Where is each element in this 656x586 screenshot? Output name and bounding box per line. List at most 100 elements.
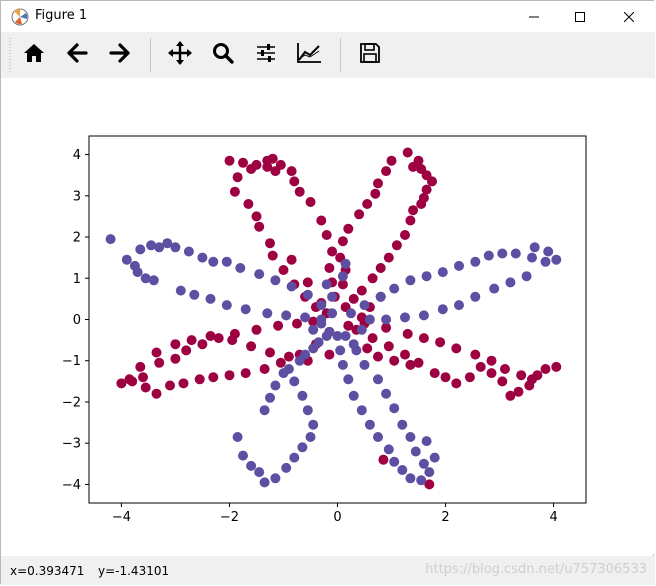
- data-point: [408, 205, 419, 216]
- title-bar[interactable]: Figure 1: [1, 1, 655, 32]
- data-point: [208, 256, 219, 267]
- toolbar-grip[interactable]: [9, 38, 12, 72]
- data-point: [238, 157, 248, 168]
- pan-button[interactable]: [164, 39, 196, 71]
- data-point: [151, 388, 162, 399]
- arrow-left-icon: [66, 42, 88, 68]
- data-point: [175, 285, 186, 296]
- data-point: [135, 361, 146, 372]
- data-point: [292, 318, 302, 329]
- data-point: [356, 285, 367, 296]
- data-point: [418, 333, 429, 344]
- status-bar: x=0.393471 y=-1.43101 https://blog.csdn.…: [1, 556, 655, 585]
- data-point: [240, 368, 251, 379]
- data-point: [510, 248, 521, 259]
- data-point: [373, 432, 383, 442]
- minimize-button[interactable]: [511, 1, 557, 32]
- data-point: [451, 378, 462, 389]
- data-point: [373, 178, 383, 189]
- data-point: [221, 300, 232, 311]
- data-point: [356, 405, 367, 416]
- data-point: [132, 267, 143, 278]
- data-point: [400, 349, 410, 360]
- edit-axes-button[interactable]: [293, 39, 325, 71]
- data-point: [240, 304, 251, 315]
- matplotlib-logo-icon: [11, 8, 29, 26]
- data-point: [362, 343, 373, 354]
- data-point: [259, 364, 270, 374]
- data-point: [243, 199, 254, 209]
- data-point: [165, 380, 175, 391]
- zoom-button[interactable]: [207, 39, 239, 71]
- data-point: [405, 215, 416, 226]
- data-point: [421, 436, 432, 447]
- data-point: [373, 374, 383, 385]
- data-point: [124, 374, 135, 385]
- data-point: [232, 172, 243, 183]
- data-point: [270, 380, 281, 391]
- data-point: [321, 279, 332, 290]
- data-point: [238, 450, 248, 461]
- scatter-plot[interactable]: −4 −2 0 2 4 −4 −3 −2 −1 0 1 2 3 4: [1, 78, 655, 554]
- cursor-y-readout: y=-1.43101: [98, 564, 170, 578]
- data-point: [308, 419, 319, 430]
- data-point: [275, 159, 286, 170]
- line-chart-icon: [296, 42, 322, 68]
- data-point: [381, 314, 392, 325]
- back-button[interactable]: [61, 39, 93, 71]
- data-point: [224, 370, 235, 381]
- data-point: [265, 347, 275, 358]
- data-point: [359, 359, 370, 370]
- data-point: [262, 308, 273, 319]
- data-point: [154, 357, 165, 368]
- forward-button[interactable]: [104, 39, 136, 71]
- x-tick-label: 0: [333, 510, 341, 525]
- data-point: [343, 223, 354, 234]
- data-point: [505, 277, 516, 288]
- data-point: [151, 347, 162, 358]
- data-point: [524, 380, 535, 391]
- data-point: [367, 273, 378, 284]
- data-point: [521, 271, 532, 282]
- close-button[interactable]: [603, 1, 655, 32]
- data-point: [378, 454, 389, 465]
- data-point: [229, 186, 240, 197]
- maximize-button[interactable]: [557, 1, 603, 32]
- floppy-disk-icon: [359, 42, 381, 68]
- x-tick-label: 2: [441, 510, 449, 525]
- data-point: [251, 211, 262, 222]
- data-point: [302, 405, 313, 416]
- figure-window: Figure 1 −4 −2 0 2 4 −4 −3 −2 −1 0 1 2 3…: [0, 0, 655, 585]
- data-point: [278, 265, 289, 275]
- data-point: [278, 368, 289, 379]
- data-point: [254, 221, 265, 232]
- data-point: [500, 364, 510, 374]
- subplots-button[interactable]: [250, 39, 282, 71]
- toolbar-separator: [340, 38, 341, 72]
- data-point: [356, 324, 367, 335]
- data-point: [186, 335, 197, 346]
- data-point: [402, 147, 413, 158]
- cursor-x-readout: x=0.393471: [10, 564, 85, 578]
- data-point: [208, 372, 219, 383]
- data-point: [183, 246, 194, 257]
- data-point: [281, 310, 292, 321]
- data-point: [400, 230, 410, 240]
- data-point: [424, 467, 435, 478]
- data-point: [327, 308, 338, 319]
- data-point: [389, 283, 400, 294]
- data-point: [454, 300, 464, 311]
- data-point: [386, 155, 397, 166]
- data-point: [397, 419, 408, 430]
- save-button[interactable]: [354, 39, 386, 71]
- data-point: [246, 341, 257, 352]
- data-point: [383, 444, 394, 455]
- data-point: [140, 382, 151, 393]
- data-point: [194, 374, 205, 385]
- home-button[interactable]: [18, 39, 50, 71]
- figure-canvas[interactable]: −4 −2 0 2 4 −4 −3 −2 −1 0 1 2 3 4: [1, 78, 655, 554]
- data-point: [397, 465, 408, 475]
- data-point: [348, 339, 359, 350]
- y-tick-label: 2: [73, 231, 81, 246]
- data-point: [389, 456, 400, 467]
